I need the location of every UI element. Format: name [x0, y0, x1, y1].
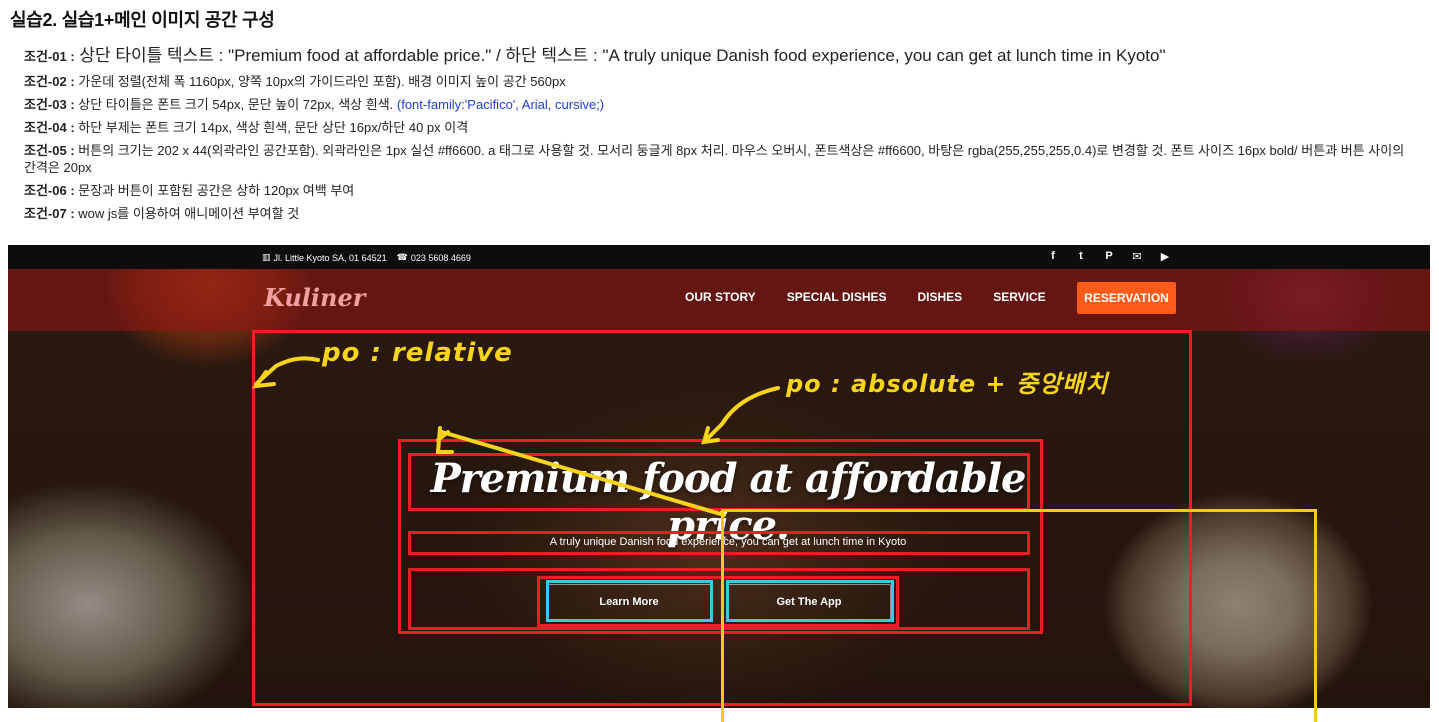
- document-title: 실습2. 실습1+메인 이미지 공간 구성: [10, 10, 275, 30]
- title-outline: [408, 453, 1030, 511]
- condition-01: 조건-01 : 상단 타이틀 텍스트 : "Premium food at af…: [24, 44, 1419, 69]
- logo[interactable]: Kuliner: [264, 283, 365, 312]
- condition-02: 조건-02 : 가운데 정렬(전체 폭 1160px, 양쪽 10px의 가이드…: [24, 73, 1419, 90]
- condition-06: 조건-06 : 문장과 버튼이 포함된 공간은 상하 120px 여백 부여: [24, 182, 1419, 199]
- condition-key: 조건-01 :: [24, 49, 75, 64]
- menu-item-our-story[interactable]: OUR STORY: [685, 290, 756, 304]
- phone-icon: ☎: [396, 252, 408, 262]
- condition-text: wow js를 이용하여 애니메이션 부여할 것: [74, 206, 300, 221]
- condition-key: 조건-06 :: [24, 183, 75, 198]
- condition-text: 가운데 정렬(전체 폭 1160px, 양쪽 10px의 가이드라인 포함). …: [74, 74, 566, 89]
- social-links: f t P ✉ ▶: [1046, 250, 1172, 263]
- main-menu: OUR STORY SPECIAL DISHES DISHES SERVICE: [685, 290, 1046, 304]
- phone: ☎ 023 5608 4669: [397, 252, 471, 263]
- condition-04: 조건-04 : 하단 부제는 폰트 크기 14px, 색상 흰색, 문단 상단 …: [24, 119, 1419, 136]
- condition-key: 조건-05 :: [24, 143, 75, 158]
- menu-item-special-dishes[interactable]: SPECIAL DISHES: [787, 290, 887, 304]
- condition-03: 조건-03 : 상단 타이틀은 폰트 크기 54px, 문단 높이 72px, …: [24, 96, 1419, 113]
- facebook-icon[interactable]: f: [1046, 250, 1060, 263]
- condition-text: 하단 부제는 폰트 크기 14px, 색상 흰색, 문단 상단 16px/하단 …: [74, 120, 469, 135]
- map-icon: ▥: [262, 252, 271, 262]
- phone-text: 023 5608 4669: [410, 252, 471, 263]
- condition-text: 문장과 버튼이 포함된 공간은 상하 120px 여백 부여: [74, 183, 355, 198]
- condition-key: 조건-03 :: [24, 97, 75, 112]
- condition-05: 조건-05 : 버튼의 크기는 202 x 44(외곽라인 공간포함). 외곽라…: [24, 142, 1419, 176]
- condition-text: 버튼의 크기는 202 x 44(외곽라인 공간포함). 외곽라인은 1px 실…: [24, 143, 1405, 175]
- twitter-icon[interactable]: t: [1074, 250, 1088, 263]
- youtube-icon[interactable]: ▶: [1158, 250, 1172, 263]
- address-text: Jl. Little Kyoto SA, 01 64521: [273, 252, 387, 263]
- navbar: Kuliner OUR STORY SPECIAL DISHES DISHES …: [8, 269, 1430, 331]
- menu-item-service[interactable]: SERVICE: [993, 290, 1045, 304]
- condition-key: 조건-02 :: [24, 74, 75, 89]
- address: ▥ Jl. Little Kyoto SA, 01 64521: [262, 252, 387, 263]
- annotation-relative: po : relative: [322, 338, 513, 368]
- learn-more-outline: [546, 580, 713, 622]
- reservation-button[interactable]: RESERVATION: [1077, 282, 1176, 314]
- top-bar: ▥ Jl. Little Kyoto SA, 01 64521 ☎ 023 5608…: [8, 245, 1430, 269]
- condition-font-note: (font-family:'Pacifico', Arial, cursive;…: [396, 97, 605, 112]
- condition-text: 상단 타이틀 텍스트 : "Premium food at affordable…: [74, 46, 1166, 65]
- pinterest-icon[interactable]: P: [1102, 250, 1116, 263]
- contact-info: ▥ Jl. Little Kyoto SA, 01 64521 ☎ 023 5608…: [262, 252, 471, 263]
- condition-text: 상단 타이틀은 폰트 크기 54px, 문단 높이 72px, 색상 흰색.: [74, 97, 397, 112]
- menu-item-dishes[interactable]: DISHES: [918, 290, 963, 304]
- condition-key: 조건-04 :: [24, 120, 75, 135]
- condition-key: 조건-07 :: [24, 206, 75, 221]
- annotation-absolute-center: po : absolute + 중앙배치: [786, 370, 1109, 398]
- condition-07: 조건-07 : wow js를 이용하여 애니메이션 부여할 것: [24, 205, 1419, 222]
- mail-icon[interactable]: ✉: [1130, 250, 1144, 263]
- conditions-list: 조건-01 : 상단 타이틀 텍스트 : "Premium food at af…: [24, 44, 1419, 228]
- highlight-outline-yellow: [721, 509, 1317, 722]
